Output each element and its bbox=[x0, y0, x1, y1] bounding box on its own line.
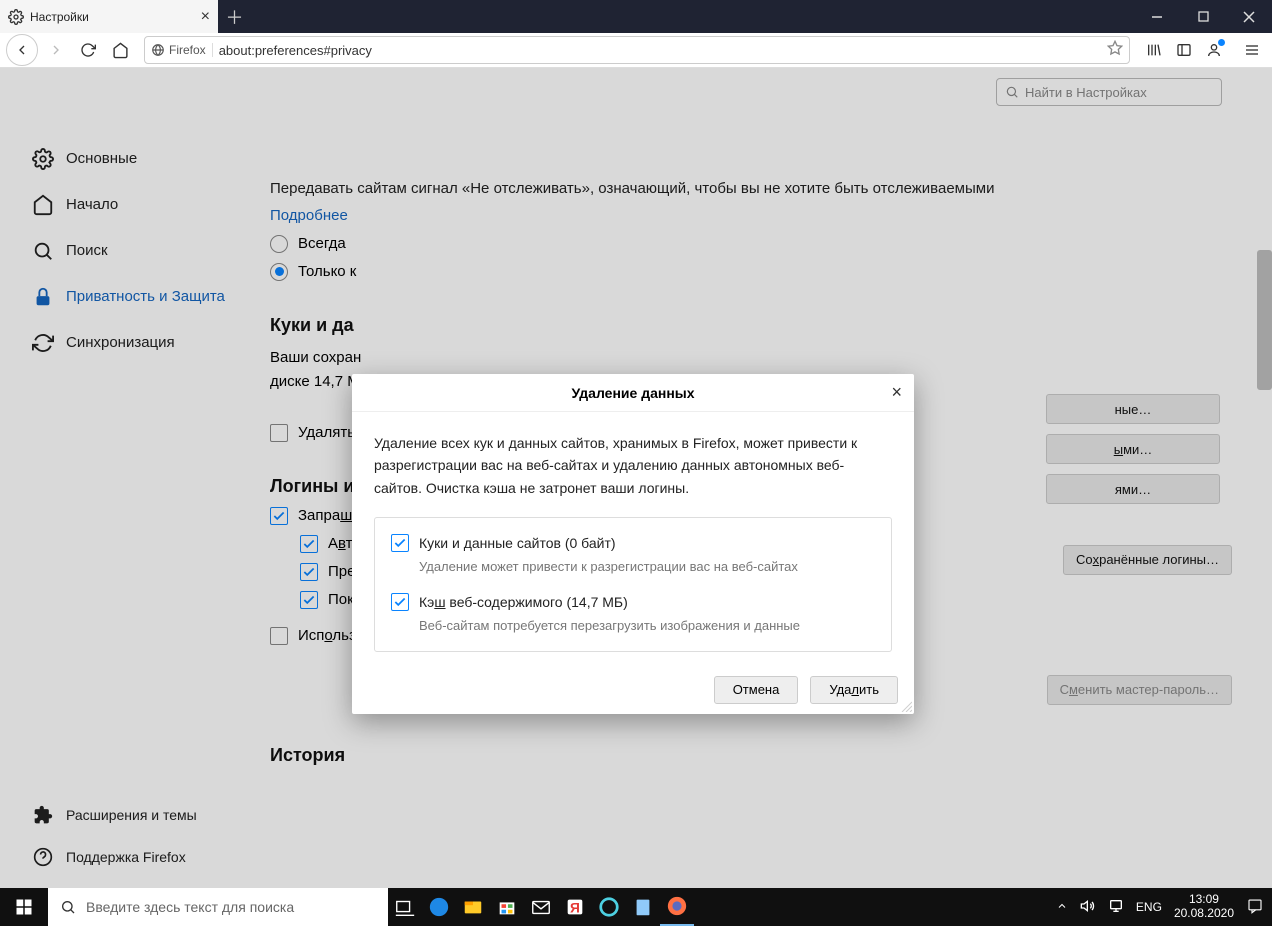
new-tab-button[interactable]: ＋ bbox=[218, 0, 251, 33]
language-indicator[interactable]: ENG bbox=[1136, 900, 1162, 914]
system-tray: ENG 13:09 20.08.2020 bbox=[1056, 893, 1272, 921]
volume-icon[interactable] bbox=[1080, 898, 1096, 917]
taskbar: Введите здесь текст для поиска Я ENG 13:… bbox=[0, 888, 1272, 926]
option-label: Кэш веб-содержимого (14,7 МБ) bbox=[419, 591, 800, 613]
close-tab-icon[interactable]: × bbox=[201, 8, 210, 26]
dialog-close-icon[interactable]: × bbox=[891, 382, 902, 403]
checkbox-icon bbox=[391, 593, 409, 611]
resize-grip-icon[interactable] bbox=[900, 700, 912, 712]
minimize-button[interactable] bbox=[1134, 0, 1180, 33]
app-icon-2[interactable] bbox=[626, 888, 660, 926]
dialog-footer: Отмена Удалить bbox=[352, 666, 914, 714]
content-area: Основные Начало Поиск Приватность и Защи… bbox=[0, 68, 1272, 888]
clock-time: 13:09 bbox=[1174, 893, 1234, 907]
navbar: Firefox about:preferences#privacy bbox=[0, 33, 1272, 68]
gear-icon bbox=[8, 9, 24, 25]
option-sublabel: Веб-сайтам потребуется перезагрузить изо… bbox=[419, 616, 800, 637]
svg-text:Я: Я bbox=[570, 901, 580, 916]
identity-label: Firefox bbox=[169, 43, 206, 57]
option-cookies[interactable]: Куки и данные сайтов (0 байт) Удаление м… bbox=[391, 532, 875, 577]
account-button[interactable] bbox=[1200, 36, 1228, 64]
reload-button[interactable] bbox=[74, 36, 102, 64]
dialog-description: Удаление всех кук и данных сайтов, храни… bbox=[374, 432, 892, 499]
dialog-header: Удаление данных × bbox=[352, 374, 914, 412]
taskbar-search[interactable]: Введите здесь текст для поиска bbox=[48, 888, 388, 926]
maximize-button[interactable] bbox=[1180, 0, 1226, 33]
bookmark-star-icon[interactable] bbox=[1107, 40, 1123, 61]
active-tab[interactable]: Настройки × bbox=[0, 0, 218, 33]
library-button[interactable] bbox=[1140, 36, 1168, 64]
firefox-icon[interactable] bbox=[660, 888, 694, 926]
clear-data-dialog: Удаление данных × Удаление всех кук и да… bbox=[352, 374, 914, 714]
cancel-button[interactable]: Отмена bbox=[714, 676, 799, 704]
tab-title: Настройки bbox=[30, 10, 195, 24]
checkbox-icon bbox=[391, 534, 409, 552]
taskbar-search-placeholder: Введите здесь текст для поиска bbox=[86, 899, 294, 915]
notifications-icon[interactable] bbox=[1246, 897, 1264, 918]
store-icon[interactable] bbox=[490, 888, 524, 926]
yandex-icon[interactable]: Я bbox=[558, 888, 592, 926]
option-label: Куки и данные сайтов (0 байт) bbox=[419, 532, 798, 554]
close-window-button[interactable] bbox=[1226, 0, 1272, 33]
app-icon-1[interactable] bbox=[592, 888, 626, 926]
forward-button[interactable] bbox=[42, 36, 70, 64]
edge-icon[interactable] bbox=[422, 888, 456, 926]
menu-button[interactable] bbox=[1238, 36, 1266, 64]
home-button[interactable] bbox=[106, 36, 134, 64]
url-bar[interactable]: Firefox about:preferences#privacy bbox=[144, 36, 1130, 64]
back-button[interactable] bbox=[6, 34, 38, 66]
delete-button[interactable]: Удалить bbox=[810, 676, 898, 704]
option-sublabel: Удаление может привести к разрегистрации… bbox=[419, 557, 798, 578]
dialog-title: Удаление данных bbox=[571, 385, 694, 401]
option-cache[interactable]: Кэш веб-содержимого (14,7 МБ) Веб-сайтам… bbox=[391, 591, 875, 636]
start-button[interactable] bbox=[0, 888, 48, 926]
network-icon[interactable] bbox=[1108, 898, 1124, 917]
tray-chevron-icon[interactable] bbox=[1056, 900, 1068, 915]
identity-box[interactable]: Firefox bbox=[151, 43, 213, 57]
task-view-icon[interactable] bbox=[388, 888, 422, 926]
dialog-options: Куки и данные сайтов (0 байт) Удаление м… bbox=[374, 517, 892, 651]
explorer-icon[interactable] bbox=[456, 888, 490, 926]
notification-dot bbox=[1218, 39, 1225, 46]
sidebar-button[interactable] bbox=[1170, 36, 1198, 64]
clock-date: 20.08.2020 bbox=[1174, 907, 1234, 921]
url-text: about:preferences#privacy bbox=[219, 43, 1101, 58]
titlebar: Настройки × ＋ bbox=[0, 0, 1272, 33]
window-controls bbox=[1134, 0, 1272, 33]
clock[interactable]: 13:09 20.08.2020 bbox=[1174, 893, 1234, 921]
mail-icon[interactable] bbox=[524, 888, 558, 926]
